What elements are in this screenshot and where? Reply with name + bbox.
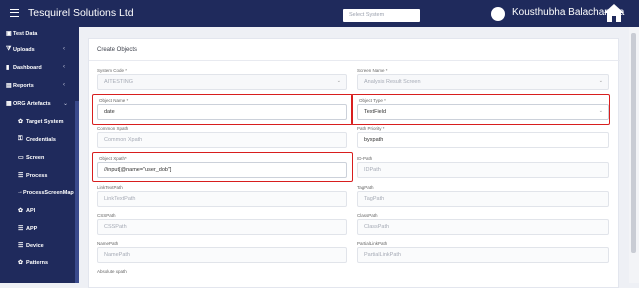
system-code-select[interactable]: AITESTING ⌄ [97, 74, 347, 90]
chevron-down-icon: ⌄ [598, 78, 603, 84]
bar-chart-icon: ▮ [6, 65, 10, 71]
chevron-down-icon: ⌄ [63, 101, 69, 107]
gear-icon: ✿ [18, 208, 24, 214]
class-path-input[interactable]: ClassPath [357, 219, 609, 235]
partial-link-path-input[interactable]: PartialLinkPath [357, 247, 609, 263]
path-priority-label: Path Priority * [357, 126, 385, 131]
screen-name-select[interactable]: Analysis Result Screen ⌄ [357, 74, 609, 90]
system-select[interactable]: Select System [343, 9, 420, 22]
link-text-path-input[interactable]: LinkTextPath [97, 191, 347, 207]
key-icon: ⚿ [18, 136, 23, 142]
chevron-left-icon: ‹ [63, 64, 65, 70]
filter-icon: ⧩ [6, 46, 12, 52]
id-path-label: ID-Path [357, 156, 373, 161]
scrollbar-thumb[interactable] [631, 33, 636, 253]
id-path-input[interactable]: IDPath [357, 162, 609, 178]
app-title: Tesquirel Solutions Ltd [28, 7, 134, 19]
page-title: Create Objects [97, 47, 138, 53]
briefcase-icon: ▣ [6, 31, 12, 37]
link-text-path-label: LinkTextPath [97, 185, 123, 190]
server-icon: ☰ [18, 173, 24, 179]
home-icon[interactable] [603, 3, 625, 23]
sidebar: ▣ Test Data ⧩ Uploads ‹ ▮ Dashboard ‹ ▤ … [0, 27, 79, 283]
hamburger-menu-icon[interactable] [10, 9, 19, 17]
path-priority-select[interactable]: byxpath [357, 132, 609, 148]
common-xpath-input[interactable]: Common Xpath [97, 132, 347, 148]
common-xpath-label: Common Xpath [97, 126, 129, 131]
top-bar: Tesquirel Solutions Ltd Select System Ko… [0, 0, 639, 27]
tag-path-input[interactable]: TagPath [357, 191, 609, 207]
partial-link-path-label: PartialLinkPath [357, 241, 388, 246]
highlight-object-name [92, 94, 353, 125]
server-icon: ☰ [18, 226, 24, 232]
gear-icon: ✿ [18, 260, 24, 266]
page-scrollbar[interactable] [629, 27, 639, 283]
gear-icon: ✿ [18, 119, 24, 125]
avatar[interactable] [491, 7, 505, 21]
css-path-label: CSSPath [97, 213, 116, 218]
name-path-input[interactable]: NamePath [97, 247, 347, 263]
highlight-object-xpath [92, 152, 353, 182]
chevron-down-icon: ⌄ [336, 78, 341, 84]
chevron-left-icon: ‹ [63, 82, 65, 88]
sitemap-icon: ▦ [6, 101, 12, 107]
system-code-label: System Code * [97, 68, 128, 73]
file-icon: ▤ [6, 83, 12, 89]
monitor-icon: ▭ [18, 155, 24, 161]
tag-path-label: TagPath [357, 185, 374, 190]
divider [89, 60, 620, 61]
highlight-object-type [351, 94, 610, 125]
name-path-label: NamePath [97, 241, 119, 246]
chevron-left-icon: ‹ [63, 46, 65, 52]
server-icon: ☰ [18, 243, 24, 249]
main-content: Create Objects System Code * AITESTING ⌄… [79, 27, 639, 288]
absolute-xpath-label: Absolute xpath [97, 269, 127, 274]
css-path-input[interactable]: CSSPath [97, 219, 347, 235]
screen-name-label: Screen Name * [357, 68, 388, 73]
class-path-label: ClassPath [357, 213, 378, 218]
